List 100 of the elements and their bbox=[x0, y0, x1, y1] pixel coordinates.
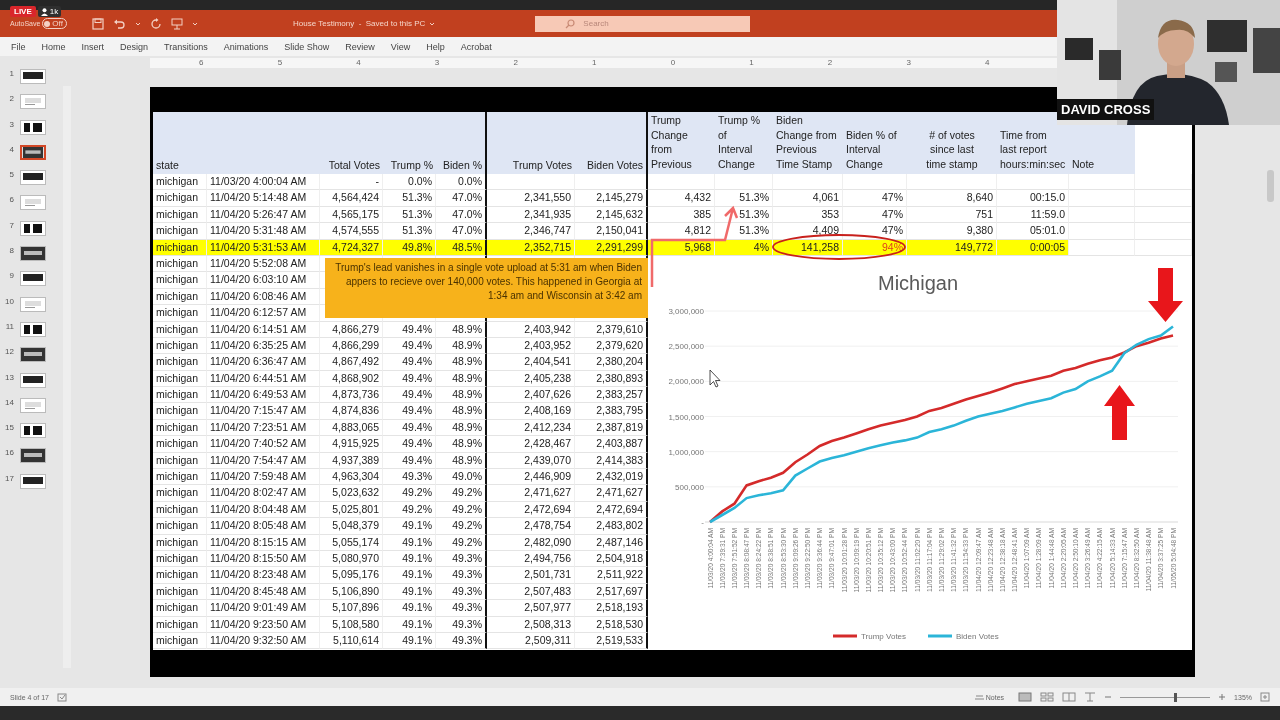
table-cell: 11/04/20 5:14:48 AM bbox=[207, 190, 320, 207]
table-cell: michigan bbox=[153, 452, 207, 470]
table-cell: 11/04/20 5:31:48 AM bbox=[207, 223, 320, 240]
table-cell: 2,403,952 bbox=[487, 337, 575, 355]
slide-number: 16 bbox=[4, 448, 14, 458]
table-cell: michigan bbox=[153, 469, 207, 486]
table-cell: 49.2% bbox=[383, 485, 436, 502]
table-cell: michigan bbox=[153, 501, 207, 519]
chart-title: Michigan bbox=[878, 271, 958, 294]
slide-number: 10 bbox=[4, 296, 14, 306]
ribbon-tab[interactable]: File bbox=[6, 39, 31, 54]
slide-number: 5 bbox=[8, 170, 14, 180]
participant-name: DAVID CROSS bbox=[1057, 99, 1155, 120]
table-cell: michigan bbox=[153, 551, 207, 568]
table-cell: 49.3% bbox=[436, 583, 487, 601]
table-cell: 2,508,313 bbox=[487, 616, 575, 633]
table-cell: michigan bbox=[153, 403, 207, 420]
table-cell: 11/04/20 8:45:48 AM bbox=[207, 583, 320, 601]
table-cell: 5,107,896 bbox=[320, 600, 383, 617]
ruler-number: 2 bbox=[512, 58, 519, 68]
table-cell: michigan bbox=[153, 567, 207, 584]
table-cell: michigan bbox=[153, 190, 207, 207]
table-cell: 2,145,632 bbox=[575, 206, 648, 224]
slide-number: 3 bbox=[8, 119, 14, 129]
table-cell: 4,937,389 bbox=[320, 452, 383, 470]
search-field[interactable]: Search bbox=[535, 15, 751, 32]
table-cell: 385 bbox=[648, 206, 715, 224]
table-cell: 48.9% bbox=[436, 370, 487, 388]
table-cell: 2,341,935 bbox=[487, 206, 575, 224]
ribbon-tab[interactable]: Insert bbox=[76, 39, 110, 54]
column-header: Biden % bbox=[436, 112, 487, 174]
table-cell: 2,472,694 bbox=[487, 501, 575, 519]
table-cell: 11/04/20 6:08:46 AM bbox=[207, 288, 320, 306]
viewer-count: 1k bbox=[49, 7, 59, 16]
ribbon-tab[interactable]: Design bbox=[115, 39, 154, 54]
table-cell: 4,866,279 bbox=[320, 321, 383, 338]
column-header: Trump Change from Previous bbox=[648, 112, 715, 174]
axis-label: 3,000,000 bbox=[668, 306, 704, 316]
table-cell: michigan bbox=[153, 436, 207, 453]
table-cell: 2,439,070 bbox=[487, 452, 575, 470]
table-cell: 48.9% bbox=[436, 337, 487, 355]
table-cell: 11/04/20 7:59:48 AM bbox=[207, 469, 320, 486]
ribbon-tab[interactable]: Acrobat bbox=[455, 39, 497, 54]
table-cell: 11/04/20 8:15:15 AM bbox=[207, 534, 320, 551]
table-cell: michigan bbox=[153, 518, 207, 535]
table-cell: 49.4% bbox=[383, 354, 436, 371]
table-cell: 4,867,492 bbox=[320, 354, 383, 371]
table-cell: 49.4% bbox=[383, 370, 436, 388]
table-cell: 0.0% bbox=[436, 174, 487, 191]
table-cell: 4,061 bbox=[773, 190, 843, 207]
table-cell: 4,963,304 bbox=[320, 469, 383, 486]
table-cell: 49.2% bbox=[436, 518, 487, 535]
ribbon-tab[interactable]: Animations bbox=[218, 39, 274, 54]
ribbon-tab[interactable]: View bbox=[385, 39, 416, 54]
slide-number: 14 bbox=[4, 397, 14, 407]
ribbon-tab[interactable]: Home bbox=[36, 39, 71, 54]
column-header: Trump Votes bbox=[487, 112, 575, 174]
table-cell: 49.2% bbox=[383, 501, 436, 519]
table-cell: 11/04/20 6:12:57 AM bbox=[207, 305, 320, 322]
table-cell: 49.4% bbox=[383, 403, 436, 420]
slide-number: 4 bbox=[8, 144, 14, 154]
column-header: Biden Change from Previous Time Stamp bbox=[773, 112, 843, 174]
table-cell: 47.0% bbox=[436, 206, 487, 224]
table-cell: 49.1% bbox=[383, 632, 436, 650]
live-badge: LIVE bbox=[10, 6, 36, 17]
table-cell: michigan bbox=[153, 288, 207, 306]
axis-label: 500,000 bbox=[675, 482, 704, 492]
table-cell: 11/04/20 5:52:08 AM bbox=[207, 255, 320, 273]
table-cell: 4,432 bbox=[648, 190, 715, 207]
axis-label: 2,000,000 bbox=[668, 377, 704, 387]
table-cell: 49.2% bbox=[436, 501, 487, 519]
column-header: Trump % bbox=[383, 112, 436, 174]
table-cell: 2,412,234 bbox=[487, 419, 575, 437]
table-cell: michigan bbox=[153, 174, 207, 191]
document-title: House Testimony - Saved to this PC bbox=[293, 19, 426, 28]
table-cell: michigan bbox=[153, 632, 207, 650]
table-cell: 2,471,627 bbox=[487, 485, 575, 502]
table-cell: 11/04/20 8:05:48 AM bbox=[207, 518, 320, 535]
table-cell: 2,404,541 bbox=[487, 354, 575, 371]
table-cell: 8,640 bbox=[907, 190, 997, 207]
column-header: Biden Votes bbox=[575, 112, 648, 174]
table-cell: 11/04/20 7:15:47 AM bbox=[207, 403, 320, 420]
table-cell: 2,408,169 bbox=[487, 403, 575, 420]
ribbon-tab[interactable]: Slide Show bbox=[279, 39, 335, 54]
ribbon-tab[interactable]: Review bbox=[340, 39, 380, 54]
table-cell: 4,915,925 bbox=[320, 436, 383, 453]
table-cell: 51.3% bbox=[715, 206, 773, 224]
table-cell: 353 bbox=[773, 206, 843, 224]
legend-label: Biden Votes bbox=[956, 631, 999, 641]
ruler-number: 3 bbox=[905, 58, 912, 68]
ribbon-tab[interactable]: Help bbox=[421, 39, 450, 54]
table-cell: 2,509,311 bbox=[487, 632, 575, 650]
table-cell: 11/04/20 6:36:47 AM bbox=[207, 354, 320, 371]
table-cell: 751 bbox=[907, 206, 997, 224]
table-cell: 2,428,467 bbox=[487, 436, 575, 453]
table-cell: 5,110,614 bbox=[320, 632, 383, 650]
table-cell: 11/04/20 5:26:47 AM bbox=[207, 206, 320, 224]
ruler-number: 6 bbox=[198, 58, 205, 68]
ribbon-tab[interactable]: Transitions bbox=[159, 39, 213, 54]
table-cell: 4,866,299 bbox=[320, 337, 383, 355]
